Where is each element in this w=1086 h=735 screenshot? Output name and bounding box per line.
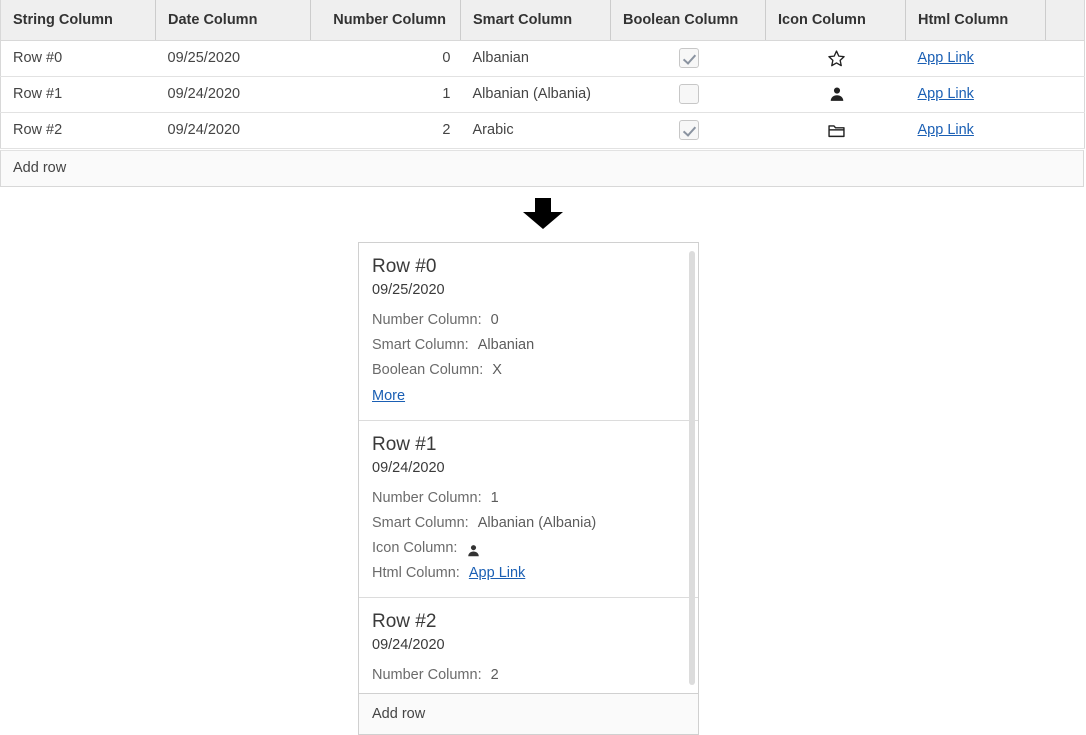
list-item[interactable]: Row #2 09/24/2020 Number Column: 2 Smart… xyxy=(359,598,698,693)
column-header-date[interactable]: Date Column xyxy=(156,0,311,40)
table-add-row-button[interactable]: Add row xyxy=(0,150,1084,187)
column-header-boolean[interactable]: Boolean Column xyxy=(611,0,766,40)
cell-icon xyxy=(766,76,906,112)
card-list-container: Row #0 09/25/2020 Number Column: 0 Smart… xyxy=(358,242,699,735)
cell-date: 09/25/2020 xyxy=(156,40,311,76)
cell-number: 2 xyxy=(311,112,461,148)
card-date: 09/24/2020 xyxy=(372,635,684,656)
table-body: Row #0 09/25/2020 0 Albanian App Link xyxy=(1,40,1085,148)
card-field-html[interactable]: Html Column: App Link xyxy=(372,561,684,586)
card-field-number: Number Column: 2 xyxy=(372,663,684,688)
table-header: String Column Date Column Number Column … xyxy=(1,0,1085,40)
cell-boolean[interactable] xyxy=(611,40,766,76)
card-field-label: Number Column: xyxy=(372,490,482,506)
column-header-smart[interactable]: Smart Column xyxy=(461,0,611,40)
app-link[interactable]: App Link xyxy=(469,565,525,581)
column-header-spacer xyxy=(1046,0,1085,40)
checkbox-unchecked-icon[interactable] xyxy=(679,84,699,104)
arrow-down-icon xyxy=(521,217,565,234)
card-field-value xyxy=(466,540,481,556)
card-field-value: 1 xyxy=(491,490,499,506)
arrow-separator xyxy=(0,198,1086,238)
card-field-value: 2 xyxy=(491,667,499,683)
card-field-label: Number Column: xyxy=(372,312,482,328)
card-field-smart: Smart Column: Albanian xyxy=(372,333,684,358)
person-icon xyxy=(466,543,481,558)
card-field-value: X xyxy=(492,362,502,378)
card-field-label: Icon Column: xyxy=(372,540,457,556)
cell-date: 09/24/2020 xyxy=(156,112,311,148)
card-field-number: Number Column: 0 xyxy=(372,308,684,333)
card-field-value: 0 xyxy=(491,312,499,328)
card-title: Row #0 xyxy=(372,255,684,279)
cell-icon xyxy=(766,112,906,148)
cell-spacer xyxy=(1046,40,1085,76)
card-field-value: Albanian (Albania) xyxy=(478,515,597,531)
column-header-icon[interactable]: Icon Column xyxy=(766,0,906,40)
column-header-string[interactable]: String Column xyxy=(1,0,156,40)
data-table: String Column Date Column Number Column … xyxy=(0,0,1085,149)
card-field-label: Number Column: xyxy=(372,667,482,683)
cell-boolean[interactable] xyxy=(611,112,766,148)
data-table-region: String Column Date Column Number Column … xyxy=(0,0,1086,149)
star-icon xyxy=(827,49,846,68)
scrollbar-thumb[interactable] xyxy=(689,251,695,685)
person-icon xyxy=(828,85,846,103)
cell-boolean[interactable] xyxy=(611,76,766,112)
checkbox-checked-icon[interactable] xyxy=(679,48,699,68)
card-field-label: Boolean Column: xyxy=(372,362,483,378)
card-list-scrollbar[interactable] xyxy=(689,251,695,685)
card-title: Row #1 xyxy=(372,433,684,457)
table-row[interactable]: Row #1 09/24/2020 1 Albanian (Albania) xyxy=(1,76,1085,112)
cell-smart: Albanian xyxy=(461,40,611,76)
folder-icon xyxy=(827,121,846,140)
table-row[interactable]: Row #2 09/24/2020 2 Arabic App L xyxy=(1,112,1085,148)
cell-date: 09/24/2020 xyxy=(156,76,311,112)
table-header-row: String Column Date Column Number Column … xyxy=(1,0,1085,40)
list-item[interactable]: Row #0 09/25/2020 Number Column: 0 Smart… xyxy=(359,243,698,421)
list-item[interactable]: Row #1 09/24/2020 Number Column: 1 Smart… xyxy=(359,421,698,598)
cell-number: 0 xyxy=(311,40,461,76)
cell-icon xyxy=(766,40,906,76)
cell-smart: Arabic xyxy=(461,112,611,148)
cell-html[interactable]: App Link xyxy=(906,76,1046,112)
cell-number: 1 xyxy=(311,76,461,112)
card-field-smart: Smart Column: Albanian (Albania) xyxy=(372,511,684,536)
cell-spacer xyxy=(1046,112,1085,148)
card-field-label: Smart Column: xyxy=(372,515,469,531)
card-date: 09/24/2020 xyxy=(372,458,684,479)
column-header-html[interactable]: Html Column xyxy=(906,0,1046,40)
app-link[interactable]: App Link xyxy=(918,122,974,138)
column-header-number[interactable]: Number Column xyxy=(311,0,461,40)
card-date: 09/25/2020 xyxy=(372,280,684,301)
card-field-icon: Icon Column: xyxy=(372,536,684,561)
card-list-viewport[interactable]: Row #0 09/25/2020 Number Column: 0 Smart… xyxy=(359,243,698,693)
card-title: Row #2 xyxy=(372,610,684,634)
cell-string: Row #2 xyxy=(1,112,156,148)
app-link[interactable]: App Link xyxy=(918,50,974,66)
card-field-label: Html Column: xyxy=(372,565,460,581)
cell-string: Row #1 xyxy=(1,76,156,112)
cell-spacer xyxy=(1046,76,1085,112)
cell-smart: Albanian (Albania) xyxy=(461,76,611,112)
card-more-link[interactable]: More xyxy=(372,384,405,409)
card-add-row-button[interactable]: Add row xyxy=(359,693,698,734)
checkbox-checked-icon[interactable] xyxy=(679,120,699,140)
card-field-label: Smart Column: xyxy=(372,337,469,353)
table-row[interactable]: Row #0 09/25/2020 0 Albanian App Link xyxy=(1,40,1085,76)
cell-string: Row #0 xyxy=(1,40,156,76)
cell-html[interactable]: App Link xyxy=(906,112,1046,148)
card-field-number: Number Column: 1 xyxy=(372,486,684,511)
app-link[interactable]: App Link xyxy=(918,86,974,102)
card-field-value: Albanian xyxy=(478,337,534,353)
card-field-boolean: Boolean Column: X xyxy=(372,358,684,383)
cell-html[interactable]: App Link xyxy=(906,40,1046,76)
